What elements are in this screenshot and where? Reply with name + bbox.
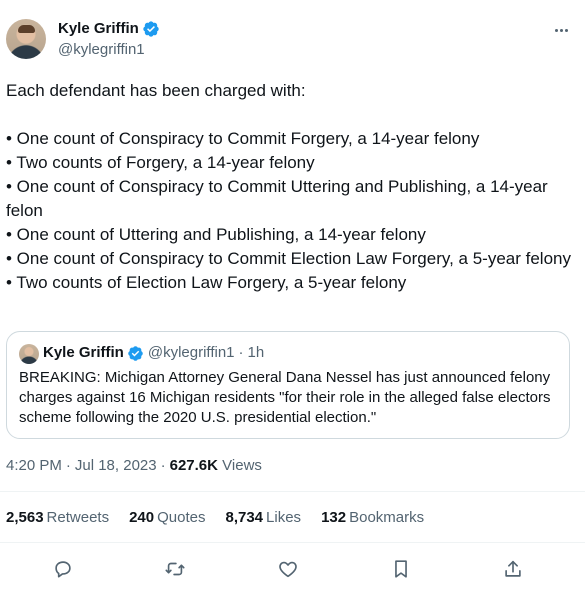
quoted-tweet[interactable]: Kyle Griffin @kylegriffin1 · 1h BREAKING… bbox=[6, 331, 570, 439]
verified-badge-icon bbox=[143, 21, 159, 37]
author-name-row[interactable]: Kyle Griffin bbox=[58, 19, 160, 39]
bookmarks-count: 132 bbox=[321, 509, 347, 526]
bullet-item: • One count of Conspiracy to Commit Utte… bbox=[6, 177, 548, 220]
retweets-stat[interactable]: 2,563 Retweets bbox=[6, 508, 109, 528]
quoted-time: 1h bbox=[247, 344, 265, 361]
views-label: Views bbox=[222, 457, 262, 474]
bullet-item: • Two counts of Forgery, a 14-year felon… bbox=[6, 153, 315, 172]
bookmark-button[interactable] bbox=[386, 554, 416, 584]
avatar[interactable] bbox=[6, 19, 46, 59]
tweet-date[interactable]: Jul 18, 2023 bbox=[75, 457, 157, 474]
bookmarks-label: Bookmarks bbox=[349, 509, 425, 526]
bullet-item: • One count of Uttering and Publishing, … bbox=[6, 225, 426, 244]
share-icon bbox=[505, 560, 521, 577]
like-icon bbox=[279, 561, 297, 578]
bullet-item: • Two counts of Election Law Forgery, a … bbox=[6, 273, 407, 292]
retweet-button[interactable] bbox=[160, 554, 190, 584]
action-bar bbox=[0, 554, 585, 584]
reply-icon bbox=[55, 561, 71, 578]
likes-label: Likes bbox=[266, 509, 302, 526]
quotes-count: 240 bbox=[129, 509, 155, 526]
meta-separator: · bbox=[160, 457, 166, 474]
quoted-text: BREAKING: Michigan Attorney General Dana… bbox=[19, 369, 551, 426]
quoted-avatar bbox=[19, 344, 39, 364]
quoted-handle: @kylegriffin1 bbox=[147, 344, 235, 361]
quoted-display-name: Kyle Griffin bbox=[43, 344, 124, 361]
quoted-header: Kyle Griffin @kylegriffin1 · 1h bbox=[43, 343, 264, 363]
meta-separator: · bbox=[65, 457, 71, 474]
author-handle[interactable]: @kylegriffin1 bbox=[58, 40, 145, 60]
quoted-separator: · bbox=[238, 344, 244, 361]
share-button[interactable] bbox=[498, 554, 528, 584]
like-button[interactable] bbox=[273, 554, 303, 584]
views-count: 627.6K bbox=[169, 457, 218, 474]
more-options-icon[interactable] bbox=[549, 20, 573, 40]
retweets-label: Retweets bbox=[46, 509, 110, 526]
tweet-text: Each defendant has been charged with: • … bbox=[6, 79, 576, 295]
bookmark-icon bbox=[395, 560, 407, 578]
tweet-time[interactable]: 4:20 PM bbox=[6, 457, 62, 474]
quotes-stat[interactable]: 240 Quotes bbox=[129, 508, 205, 528]
likes-stat[interactable]: 8,734 Likes bbox=[225, 508, 301, 528]
tweet: Kyle Griffin @kylegriffin1 Each defendan… bbox=[0, 0, 585, 605]
reply-button[interactable] bbox=[48, 554, 78, 584]
verified-badge-icon bbox=[128, 345, 143, 361]
author-display-name[interactable]: Kyle Griffin bbox=[58, 19, 139, 39]
likes-count: 8,734 bbox=[225, 509, 264, 526]
tweet-intro: Each defendant has been charged with: bbox=[6, 81, 306, 100]
retweet-icon bbox=[165, 562, 185, 576]
divider bbox=[0, 491, 585, 492]
engagement-stats: 2,563 Retweets 240 Quotes 8,734 Likes 132 Bo… bbox=[6, 508, 444, 528]
quotes-label: Quotes bbox=[157, 509, 206, 526]
divider bbox=[0, 542, 585, 543]
bullet-item: • One count of Conspiracy to Commit Elec… bbox=[6, 249, 571, 268]
bookmarks-stat[interactable]: 132 Bookmarks bbox=[321, 508, 424, 528]
tweet-meta: 4:20 PM · Jul 18, 2023 · 627.6K Views bbox=[6, 456, 262, 476]
retweets-count: 2,563 bbox=[6, 509, 44, 526]
bullet-item: • One count of Conspiracy to Commit Forg… bbox=[6, 129, 480, 148]
